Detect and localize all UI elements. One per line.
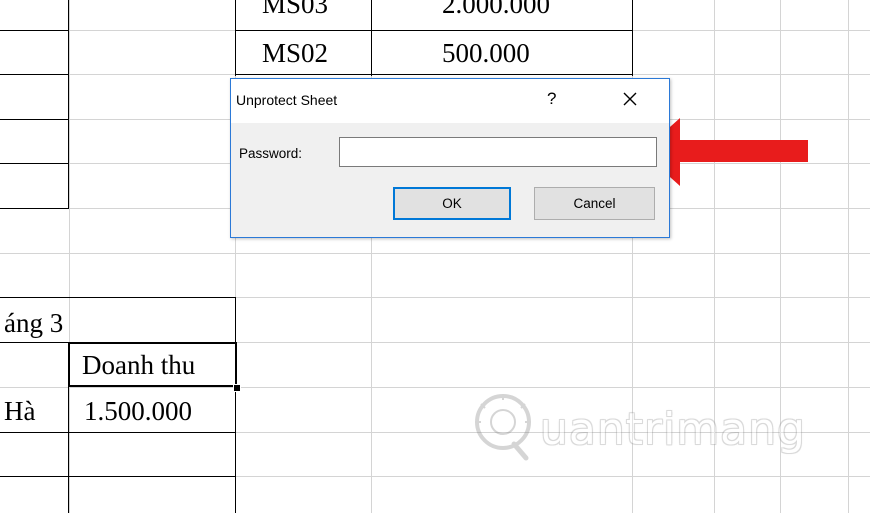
cell-revenue-value: 1.500.000	[84, 396, 192, 426]
password-field[interactable]	[339, 137, 657, 167]
cell-amount-top: 2.000.000	[442, 0, 550, 19]
cell-month-header: áng 3	[4, 308, 64, 338]
cell-name-partial: Hà	[4, 396, 36, 426]
cell-revenue-header: Doanh thu	[82, 350, 196, 380]
unprotect-sheet-dialog[interactable]: Unprotect Sheet ? Password: OK Cancel	[230, 78, 670, 238]
cell-code-top: MS03	[262, 0, 329, 19]
close-icon[interactable]	[618, 87, 642, 111]
fill-handle[interactable]	[233, 384, 241, 392]
help-icon[interactable]: ?	[547, 89, 556, 109]
cell-amount-ms02: 500.000	[442, 38, 530, 68]
watermark-text: uantrimang	[540, 404, 806, 455]
watermark-logo: uantrimang	[470, 380, 840, 490]
password-label: Password:	[239, 146, 302, 161]
cell-code-ms02: MS02	[262, 38, 329, 68]
cancel-button[interactable]: Cancel	[534, 187, 655, 220]
dialog-titlebar[interactable]: Unprotect Sheet ?	[231, 79, 669, 123]
bulb-logo-icon	[475, 394, 531, 461]
dialog-title: Unprotect Sheet	[236, 92, 338, 108]
ok-button[interactable]: OK	[393, 187, 511, 220]
password-label-text: Password:	[239, 146, 303, 161]
